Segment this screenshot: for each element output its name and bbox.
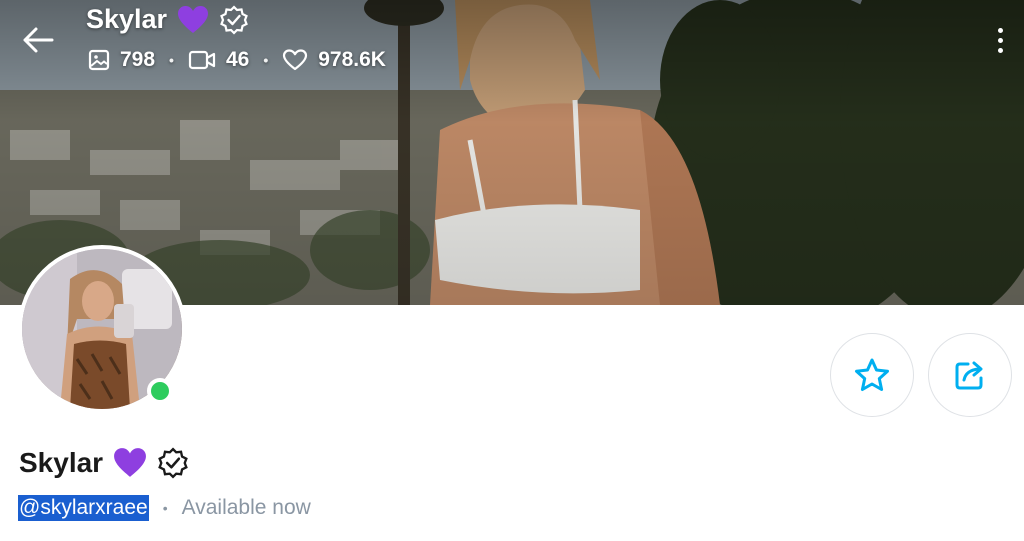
heart-icon bbox=[283, 49, 308, 71]
header-title: Skylar bbox=[86, 4, 249, 35]
videos-count: 46 bbox=[225, 48, 250, 71]
verified-badge-icon bbox=[158, 447, 188, 479]
cover-photo bbox=[0, 0, 1024, 305]
header-stats: 798 • 46 • 978.6K bbox=[88, 48, 386, 72]
stats-separator: • bbox=[169, 52, 174, 68]
likes-count: 978.6K bbox=[318, 48, 386, 71]
stat-videos[interactable]: 46 bbox=[188, 48, 249, 72]
handle-row: @skylarxraee • Available now bbox=[18, 495, 311, 521]
profile-title: Skylar bbox=[19, 447, 189, 479]
share-icon bbox=[955, 361, 983, 390]
image-icon bbox=[88, 49, 110, 71]
username-handle[interactable]: @skylarxraee bbox=[18, 495, 149, 521]
share-button[interactable] bbox=[928, 333, 1012, 417]
photos-count: 798 bbox=[120, 48, 156, 71]
stat-likes: 978.6K bbox=[282, 48, 386, 72]
verified-badge-icon bbox=[220, 4, 248, 35]
availability-status: Available now bbox=[181, 496, 311, 519]
handle-separator: • bbox=[162, 500, 168, 516]
stat-photos[interactable]: 798 bbox=[88, 48, 155, 72]
video-camera-icon bbox=[188, 50, 216, 70]
stats-separator: • bbox=[263, 52, 269, 68]
header-name: Skylar bbox=[86, 4, 168, 34]
back-button[interactable] bbox=[16, 20, 60, 60]
profile-name: Skylar bbox=[19, 447, 104, 478]
star-icon bbox=[855, 358, 889, 391]
favorite-button[interactable] bbox=[830, 333, 914, 417]
more-vertical-icon bbox=[997, 27, 1003, 33]
purple-heart-icon bbox=[178, 5, 209, 33]
arrow-left-icon bbox=[23, 27, 54, 53]
online-indicator bbox=[147, 378, 173, 404]
more-options-button[interactable] bbox=[990, 22, 1010, 58]
cover-shade bbox=[0, 0, 1024, 305]
purple-heart-icon bbox=[114, 448, 147, 477]
